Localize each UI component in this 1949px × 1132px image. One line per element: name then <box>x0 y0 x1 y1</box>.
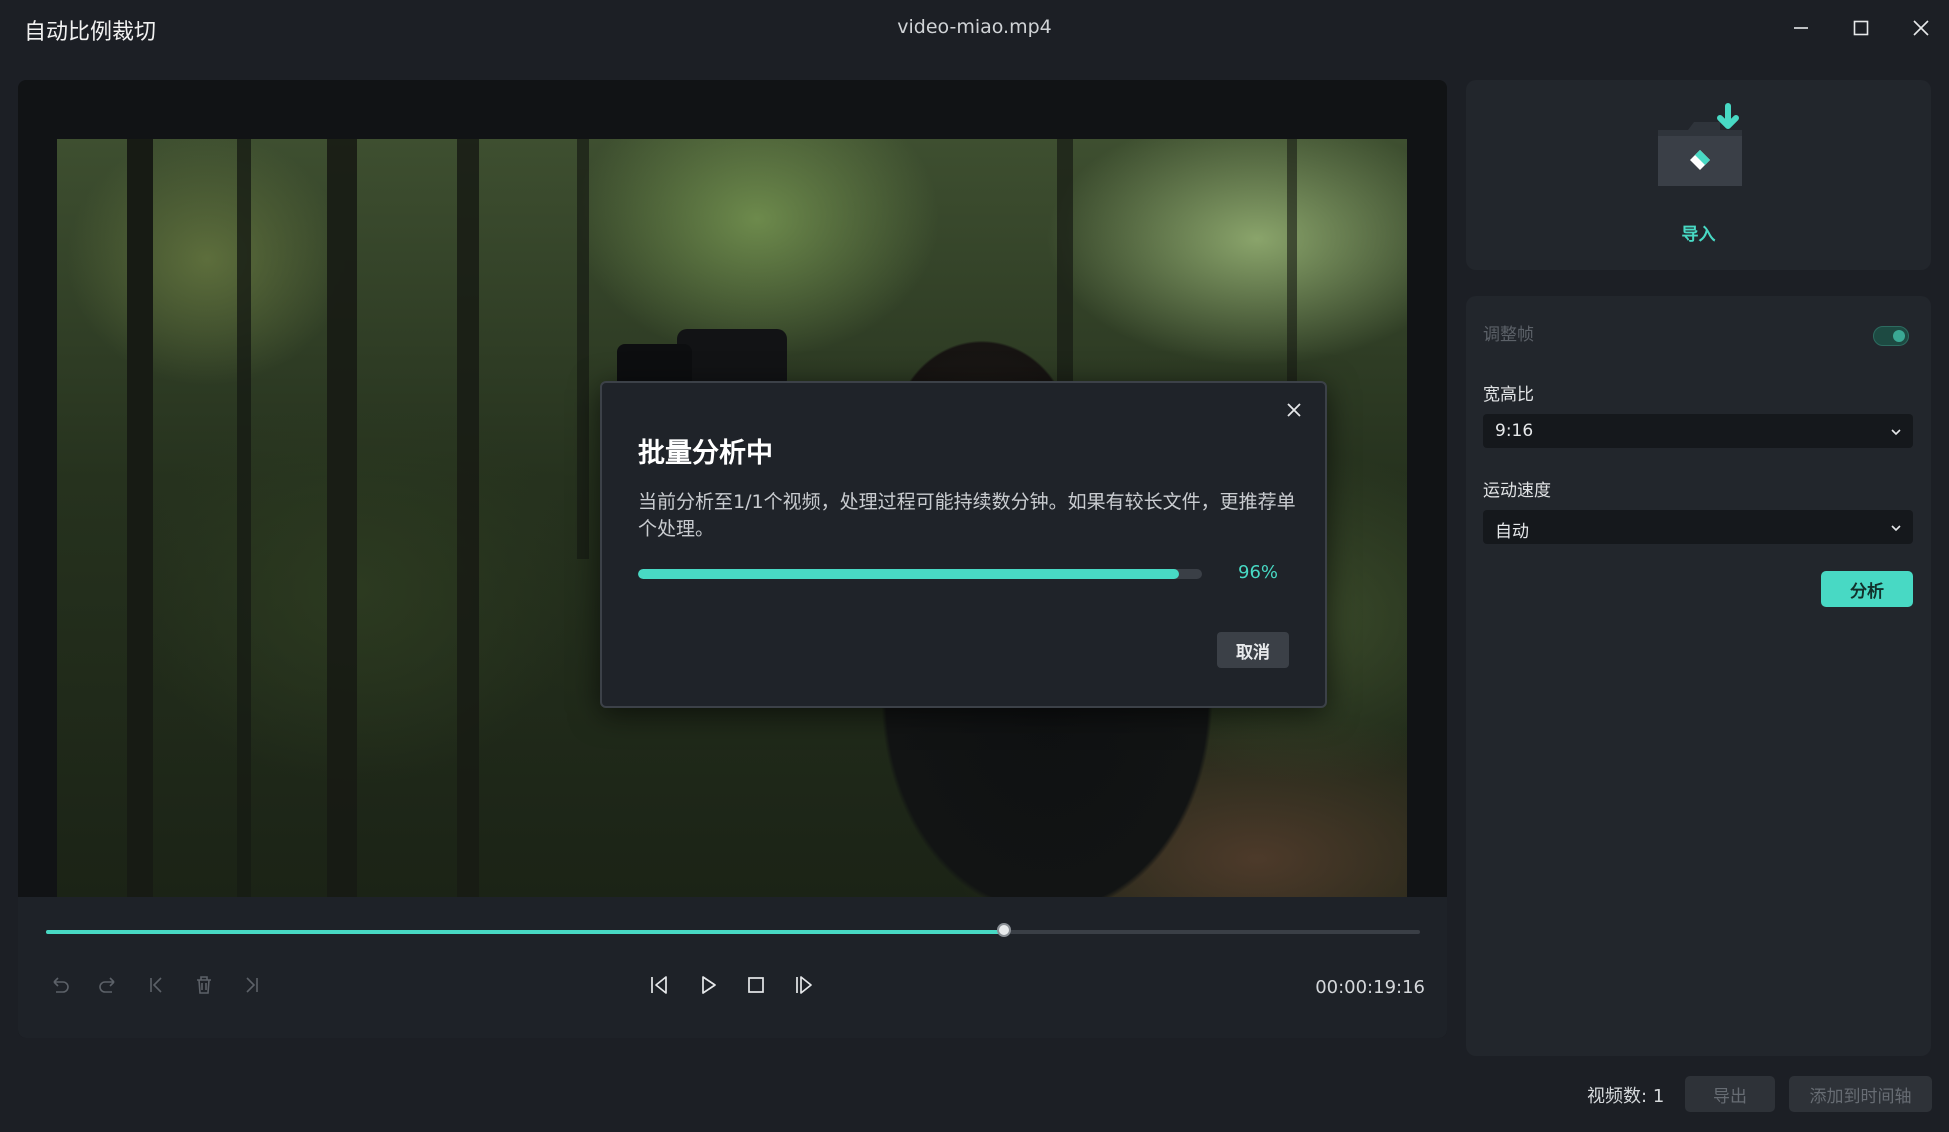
undo-button[interactable] <box>46 971 74 999</box>
delete-button[interactable] <box>190 971 218 999</box>
batch-analysis-dialog: 批量分析中 当前分析至1/1个视频，处理过程可能持续数分钟。如果有较长文件，更推… <box>600 381 1327 708</box>
undo-icon <box>53 977 69 993</box>
motion-speed-value: 自动 <box>1495 522 1529 542</box>
dialog-close-button[interactable] <box>1281 397 1307 423</box>
adjust-frame-label: 调整帧 <box>1483 325 1534 345</box>
motion-speed-select[interactable]: 自动 <box>1483 510 1913 544</box>
title-bar: 自动比例裁切 video-miao.mp4 <box>0 0 1949 56</box>
play-button[interactable] <box>694 971 722 999</box>
skip-start-icon <box>150 977 162 993</box>
seek-progress <box>46 930 1004 934</box>
import-label: 导入 <box>1681 225 1716 245</box>
close-window-button[interactable] <box>1903 12 1939 44</box>
trash-icon <box>197 976 211 994</box>
seek-handle[interactable] <box>996 923 1011 937</box>
tree-trunk <box>457 139 479 897</box>
close-icon <box>1287 403 1301 417</box>
playback-controls: 00:00:19:16 <box>18 897 1447 1038</box>
skip-end-icon <box>246 977 258 993</box>
maximize-button[interactable] <box>1843 12 1879 44</box>
aspect-ratio-select[interactable]: 9:16 <box>1483 414 1913 448</box>
analysis-progress-bar <box>638 569 1202 579</box>
cancel-button[interactable]: 取消 <box>1217 632 1289 668</box>
next-frame-icon <box>796 976 812 994</box>
redo-icon <box>99 977 115 993</box>
play-icon <box>702 976 716 994</box>
tree-trunk <box>127 139 153 897</box>
minimize-icon <box>1794 27 1808 29</box>
import-folder-icon <box>1658 103 1742 186</box>
chevron-down-icon <box>1891 525 1901 532</box>
analyze-button[interactable]: 分析 <box>1821 571 1913 607</box>
file-title: video-miao.mp4 <box>897 16 1052 38</box>
dialog-message: 当前分析至1/1个视频，处理过程可能持续数分钟。如果有较长文件，更推荐单个处理。 <box>638 491 1296 540</box>
aspect-ratio-label: 宽高比 <box>1483 385 1534 405</box>
stop-button[interactable] <box>742 971 770 999</box>
motion-speed-label: 运动速度 <box>1483 481 1551 501</box>
seek-bar[interactable] <box>46 923 1420 937</box>
settings-panel: 调整帧 宽高比 9:16 运动速度 自动 分析 <box>1466 296 1931 1056</box>
video-count-label: 视频数: <box>1587 1086 1648 1107</box>
analysis-progress-text: 96% <box>1238 562 1279 583</box>
analysis-progress-fill <box>638 569 1180 579</box>
minimize-button[interactable] <box>1783 12 1819 44</box>
video-count-value: 1 <box>1652 1086 1665 1107</box>
export-button[interactable]: 导出 <box>1685 1076 1775 1112</box>
maximize-icon <box>1853 20 1869 36</box>
tree-trunk <box>577 139 589 559</box>
previous-frame-icon <box>651 976 667 994</box>
aspect-ratio-value: 9:16 <box>1495 421 1534 441</box>
video-count: 视频数: 1 <box>1587 1082 1664 1108</box>
adjust-frame-toggle[interactable] <box>1873 326 1909 346</box>
timecode: 00:00:19:16 <box>1315 977 1425 998</box>
close-icon <box>1913 20 1929 36</box>
chevron-down-icon <box>1891 429 1901 436</box>
tree-trunk <box>327 139 357 897</box>
import-panel[interactable]: 导入 <box>1466 80 1931 270</box>
previous-frame-button[interactable] <box>645 971 673 999</box>
tree-trunk <box>237 139 251 897</box>
go-to-start-button[interactable] <box>142 971 170 999</box>
dialog-title: 批量分析中 <box>638 438 773 469</box>
redo-button[interactable] <box>94 971 122 999</box>
add-to-timeline-button[interactable]: 添加到时间轴 <box>1789 1076 1932 1112</box>
stop-icon <box>748 977 764 993</box>
camera <box>677 329 787 389</box>
go-to-end-button[interactable] <box>238 971 266 999</box>
next-frame-button[interactable] <box>790 971 818 999</box>
